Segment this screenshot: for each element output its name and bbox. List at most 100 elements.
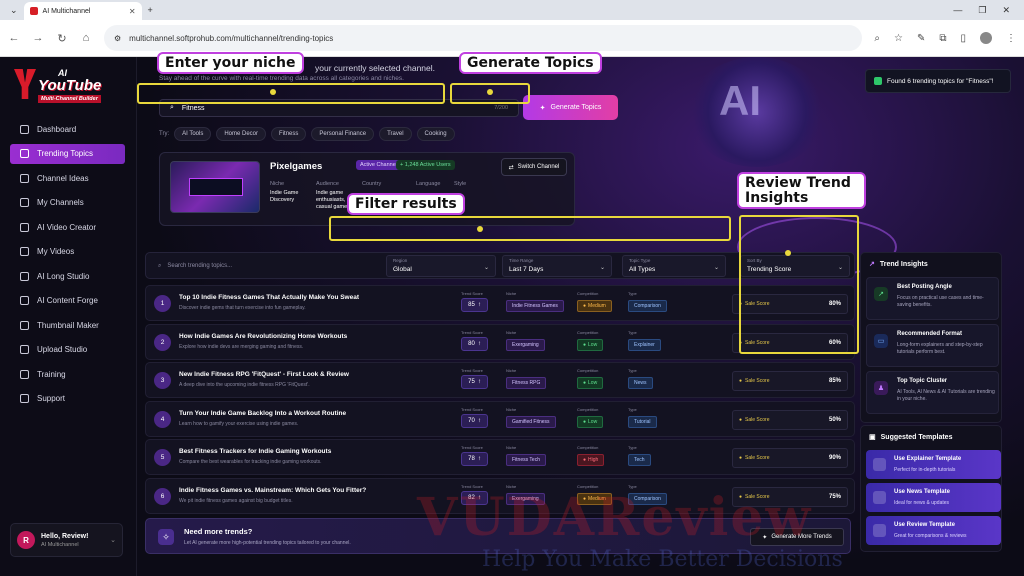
generate-topics-label: Generate Topics [550,104,602,111]
close-window-icon[interactable]: ✕ [1002,5,1010,16]
competition-value: Low [588,418,598,425]
sidebar-item-my-videos[interactable]: My Videos [10,242,125,262]
niche-badge: Gamified Fitness [506,415,556,428]
forward-icon[interactable]: → [32,32,44,44]
dot-icon: ● [583,418,587,425]
sidebar-item-training[interactable]: Training [10,364,125,384]
split-icon[interactable]: ▯ [960,33,966,44]
chip-cooking[interactable]: Cooking [416,127,455,141]
table-row[interactable]: 4 Turn Your Indie Game Backlog Into a Wo… [145,400,855,437]
type-badge: Tech [628,454,651,466]
sidebar-item-label: Trending Topics [37,149,94,158]
sidebar-item-my-channels[interactable]: My Channels [10,193,125,213]
score-label: Trend Score [461,291,483,296]
annotation-box-review [739,215,859,354]
sidebar-item-upload-studio[interactable]: Upload Studio [10,340,125,360]
sidebar-item-ai-video-creator[interactable]: AI Video Creator [10,217,125,237]
sidebar-item-ai-long-studio[interactable]: AI Long Studio [10,266,125,286]
insight-desc: Long-form explainers and step-by-step tu… [897,342,983,355]
annotation-label-review: Review Trend Insights [737,172,866,209]
sidebar-item-support[interactable]: Support [10,389,125,409]
browser-tab[interactable]: AI Multichannel ✕ [23,2,142,20]
sidebar-item-channel-ideas[interactable]: Channel Ideas [10,168,125,188]
site-info-icon[interactable]: ⚙ [114,34,121,43]
type-badge: Comparison [628,300,667,312]
dot-icon: ● [583,303,587,309]
template-explainer-button[interactable]: Use Explainer Template Perfect for in-de… [866,450,1001,479]
close-tab-icon[interactable]: ✕ [129,7,136,16]
home-icon[interactable]: ⌂ [80,32,92,44]
extensions-icon[interactable]: ⧉ [939,33,946,44]
lightbulb-icon [20,173,29,183]
sidebar-item-trending-topics[interactable]: Trending Topics [10,143,125,164]
sale-icon: ● [739,416,743,423]
annotation-dot [785,250,791,256]
template-news-button[interactable]: Use News Template Ideal for news & updat… [866,483,1001,512]
arrow-up-icon: ↑ [477,302,481,308]
sidebar: AI YouTube Multi-Channel Builder Dashboa… [0,57,137,576]
competition-value: Low [588,341,598,348]
pen-icon[interactable]: ✎ [917,33,925,44]
table-row[interactable]: 5 Best Fitness Trackers for Indie Gaming… [145,439,855,475]
zoom-icon[interactable]: ⌕ [874,33,880,44]
new-tab-icon[interactable]: + [142,5,159,15]
time-range-select[interactable]: Time Range Last 7 Days ⌄ [502,255,612,277]
review-icon [873,524,886,537]
insight-title: Recommended Format [897,331,963,337]
tab-list-icon[interactable]: ⌄ [4,5,24,16]
template-review-button[interactable]: Use Review Template Great for comparison… [866,516,1001,545]
type-label: Type [628,291,637,296]
minimize-icon[interactable]: — [953,5,962,16]
row-number: 5 [154,449,171,466]
sale-score: ● Sale Score 50% [732,409,848,430]
intro-text: your currently selected channel. [315,63,436,73]
region-select[interactable]: Region Global ⌄ [386,255,496,277]
region-value: Global [393,266,412,273]
app-logo[interactable]: AI YouTube Multi-Channel Builder [14,65,114,105]
address-bar[interactable]: ⚙ multichannel.softprohub.com/multichann… [104,25,863,51]
reload-icon[interactable]: ↻ [56,32,68,45]
channel-thumbnail [170,161,260,213]
topic-search-input[interactable]: ⌕ Search trending topics... [152,257,378,275]
sidebar-item-ai-content-forge[interactable]: AI Content Forge [10,291,125,311]
row-number: 1 [154,295,171,312]
watermark: VUDAReview [417,487,813,548]
generate-topics-button[interactable]: ✦ Generate Topics [523,95,618,120]
chip-travel[interactable]: Travel [379,127,412,141]
sale-score: ● Sale Score 90% [732,448,848,468]
video-icon [20,222,29,232]
sidebar-item-label: Thumbnail Maker [37,320,99,330]
row-number: 4 [154,410,171,428]
more-trends-title: Need more trends? [184,527,253,536]
user-name: Hello, Review! [41,532,89,540]
annotation-dot [477,226,483,232]
chip-home-decor[interactable]: Home Decor [216,127,267,141]
chip-fitness[interactable]: Fitness [271,127,307,141]
region-key: Region [393,258,408,263]
topic-type-select[interactable]: Topic Type All Types ⌄ [622,255,726,277]
profile-avatar[interactable] [980,32,992,44]
row-title: Top 10 Indie Fitness Games That Actually… [179,294,360,301]
chip-personal-finance[interactable]: Personal Finance [311,127,375,141]
sparkle-icon: ✦ [539,104,546,112]
niche-label: Niche [506,329,517,335]
competition-badge: ● Medium [577,300,612,312]
sidebar-item-dashboard[interactable]: Dashboard [10,119,125,139]
back-icon[interactable]: ← [8,32,20,44]
user-menu[interactable]: R Hello, Review! AI Multichannel ⌄ [10,523,123,557]
sidebar-item-thumbnail-maker[interactable]: Thumbnail Maker [10,315,125,335]
row-desc: Explore how indie devs are merging gamin… [179,343,304,350]
switch-channel-button[interactable]: ⇄ Switch Channel [501,158,567,176]
sale-icon: ● [739,455,743,461]
bookmark-star-icon[interactable]: ☆ [894,33,903,44]
meta-language: Language [416,181,440,190]
chip-ai-tools[interactable]: AI Tools [174,127,212,141]
browser-actions: ⌕ ☆ ✎ ⧉ ▯ ⋮ [874,32,1016,44]
table-row[interactable]: 3 New Indie Fitness RPG 'FitQuest' - Fir… [145,362,855,398]
menu-dots-icon[interactable]: ⋮ [1006,33,1016,44]
restore-icon[interactable]: ❐ [978,5,986,16]
niche-label: Niche [506,368,517,373]
score-label: Trend Score [461,368,483,373]
row-title: Best Fitness Trackers for Indie Gaming W… [179,448,332,455]
comp-label: Competition [577,406,599,412]
